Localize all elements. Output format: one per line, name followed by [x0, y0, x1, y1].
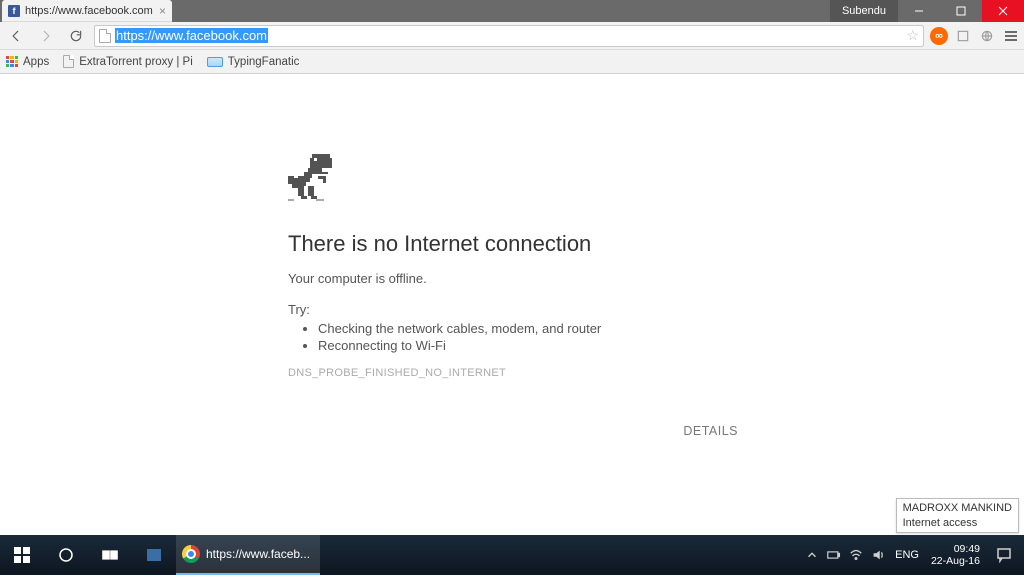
apps-label: Apps [23, 56, 49, 68]
tray-wifi-icon[interactable] [847, 535, 865, 575]
bookmark-extratorrent[interactable]: ExtraTorrent proxy | Pi [63, 55, 193, 68]
omnibox-url: https://www.facebook.com [115, 26, 902, 46]
tray-chevron-icon[interactable] [803, 535, 821, 575]
window-close-button[interactable] [982, 0, 1024, 22]
error-heading: There is no Internet connection [288, 231, 738, 257]
error-subheading: Your computer is offline. [288, 271, 738, 286]
bookmark-bar: Apps ExtraTorrent proxy | Pi TypingFanat… [0, 50, 1024, 74]
chrome-menu-button[interactable] [1002, 31, 1020, 41]
tray-battery-icon[interactable] [825, 535, 843, 575]
page-icon [99, 29, 111, 43]
error-suggestion: Reconnecting to Wi-Fi [318, 338, 738, 353]
omnibox[interactable]: https://www.facebook.com ☆ [94, 25, 924, 47]
tray-clock[interactable]: 09:49 22-Aug-16 [927, 543, 984, 567]
tray-volume-icon[interactable] [869, 535, 887, 575]
taskbar-chrome-window[interactable]: https://www.faceb... [176, 535, 320, 575]
window-maximize-button[interactable] [940, 0, 982, 22]
error-suggestion: Checking the network cables, modem, and … [318, 321, 738, 336]
extension-icon[interactable]: ∞ [930, 27, 948, 45]
tab-title: https://www.facebook.com [25, 5, 154, 17]
task-view-button[interactable] [88, 535, 132, 575]
window-user-badge[interactable]: Subendu [830, 0, 898, 22]
pinned-app-icon[interactable] [132, 535, 176, 575]
bookmark-label: TypingFanatic [228, 56, 300, 68]
windows-taskbar: https://www.faceb... ENG 09:49 22-Aug-16 [0, 535, 1024, 575]
tooltip-line1: MADROXX MANKIND [903, 501, 1012, 515]
facebook-favicon-icon: f [8, 5, 20, 17]
window-minimize-button[interactable] [898, 0, 940, 22]
tray-language[interactable]: ENG [891, 549, 923, 561]
apps-grid-icon [6, 56, 18, 68]
error-suggestion-list: Checking the network cables, modem, and … [318, 321, 738, 353]
tray-time: 09:49 [931, 543, 980, 555]
error-try-label: Try: [288, 302, 738, 317]
browser-toolbar: https://www.facebook.com ☆ ∞ [0, 22, 1024, 50]
globe-icon[interactable] [978, 27, 996, 45]
tooltip-line2: Internet access [903, 516, 1012, 530]
start-button[interactable] [0, 535, 44, 575]
chrome-icon [182, 545, 200, 563]
taskbar-chrome-title: https://www.faceb... [206, 547, 310, 561]
page-content: There is no Internet connection Your com… [0, 74, 1024, 534]
forward-button[interactable] [34, 24, 58, 48]
browser-tab-active[interactable]: f https://www.facebook.com × [2, 0, 172, 22]
cortana-button[interactable] [44, 535, 88, 575]
dino-icon [288, 154, 332, 202]
reload-button[interactable] [64, 24, 88, 48]
offline-error-block: There is no Internet connection Your com… [288, 154, 738, 379]
keyboard-icon [207, 57, 223, 67]
page-icon [63, 55, 74, 68]
back-button[interactable] [4, 24, 28, 48]
extension-placeholder-icon[interactable] [954, 27, 972, 45]
tab-close-icon[interactable]: × [159, 4, 166, 18]
bookmark-label: ExtraTorrent proxy | Pi [79, 56, 193, 68]
bookmark-star-icon[interactable]: ☆ [906, 27, 919, 44]
tray-date: 22-Aug-16 [931, 555, 980, 567]
action-center-button[interactable] [988, 535, 1020, 575]
bookmark-typingfanatic[interactable]: TypingFanatic [207, 56, 300, 68]
network-tooltip: MADROXX MANKIND Internet access [896, 498, 1019, 533]
details-button[interactable]: DETAILS [683, 424, 738, 438]
apps-button[interactable]: Apps [6, 56, 49, 68]
error-code: DNS_PROBE_FINISHED_NO_INTERNET [288, 367, 738, 379]
